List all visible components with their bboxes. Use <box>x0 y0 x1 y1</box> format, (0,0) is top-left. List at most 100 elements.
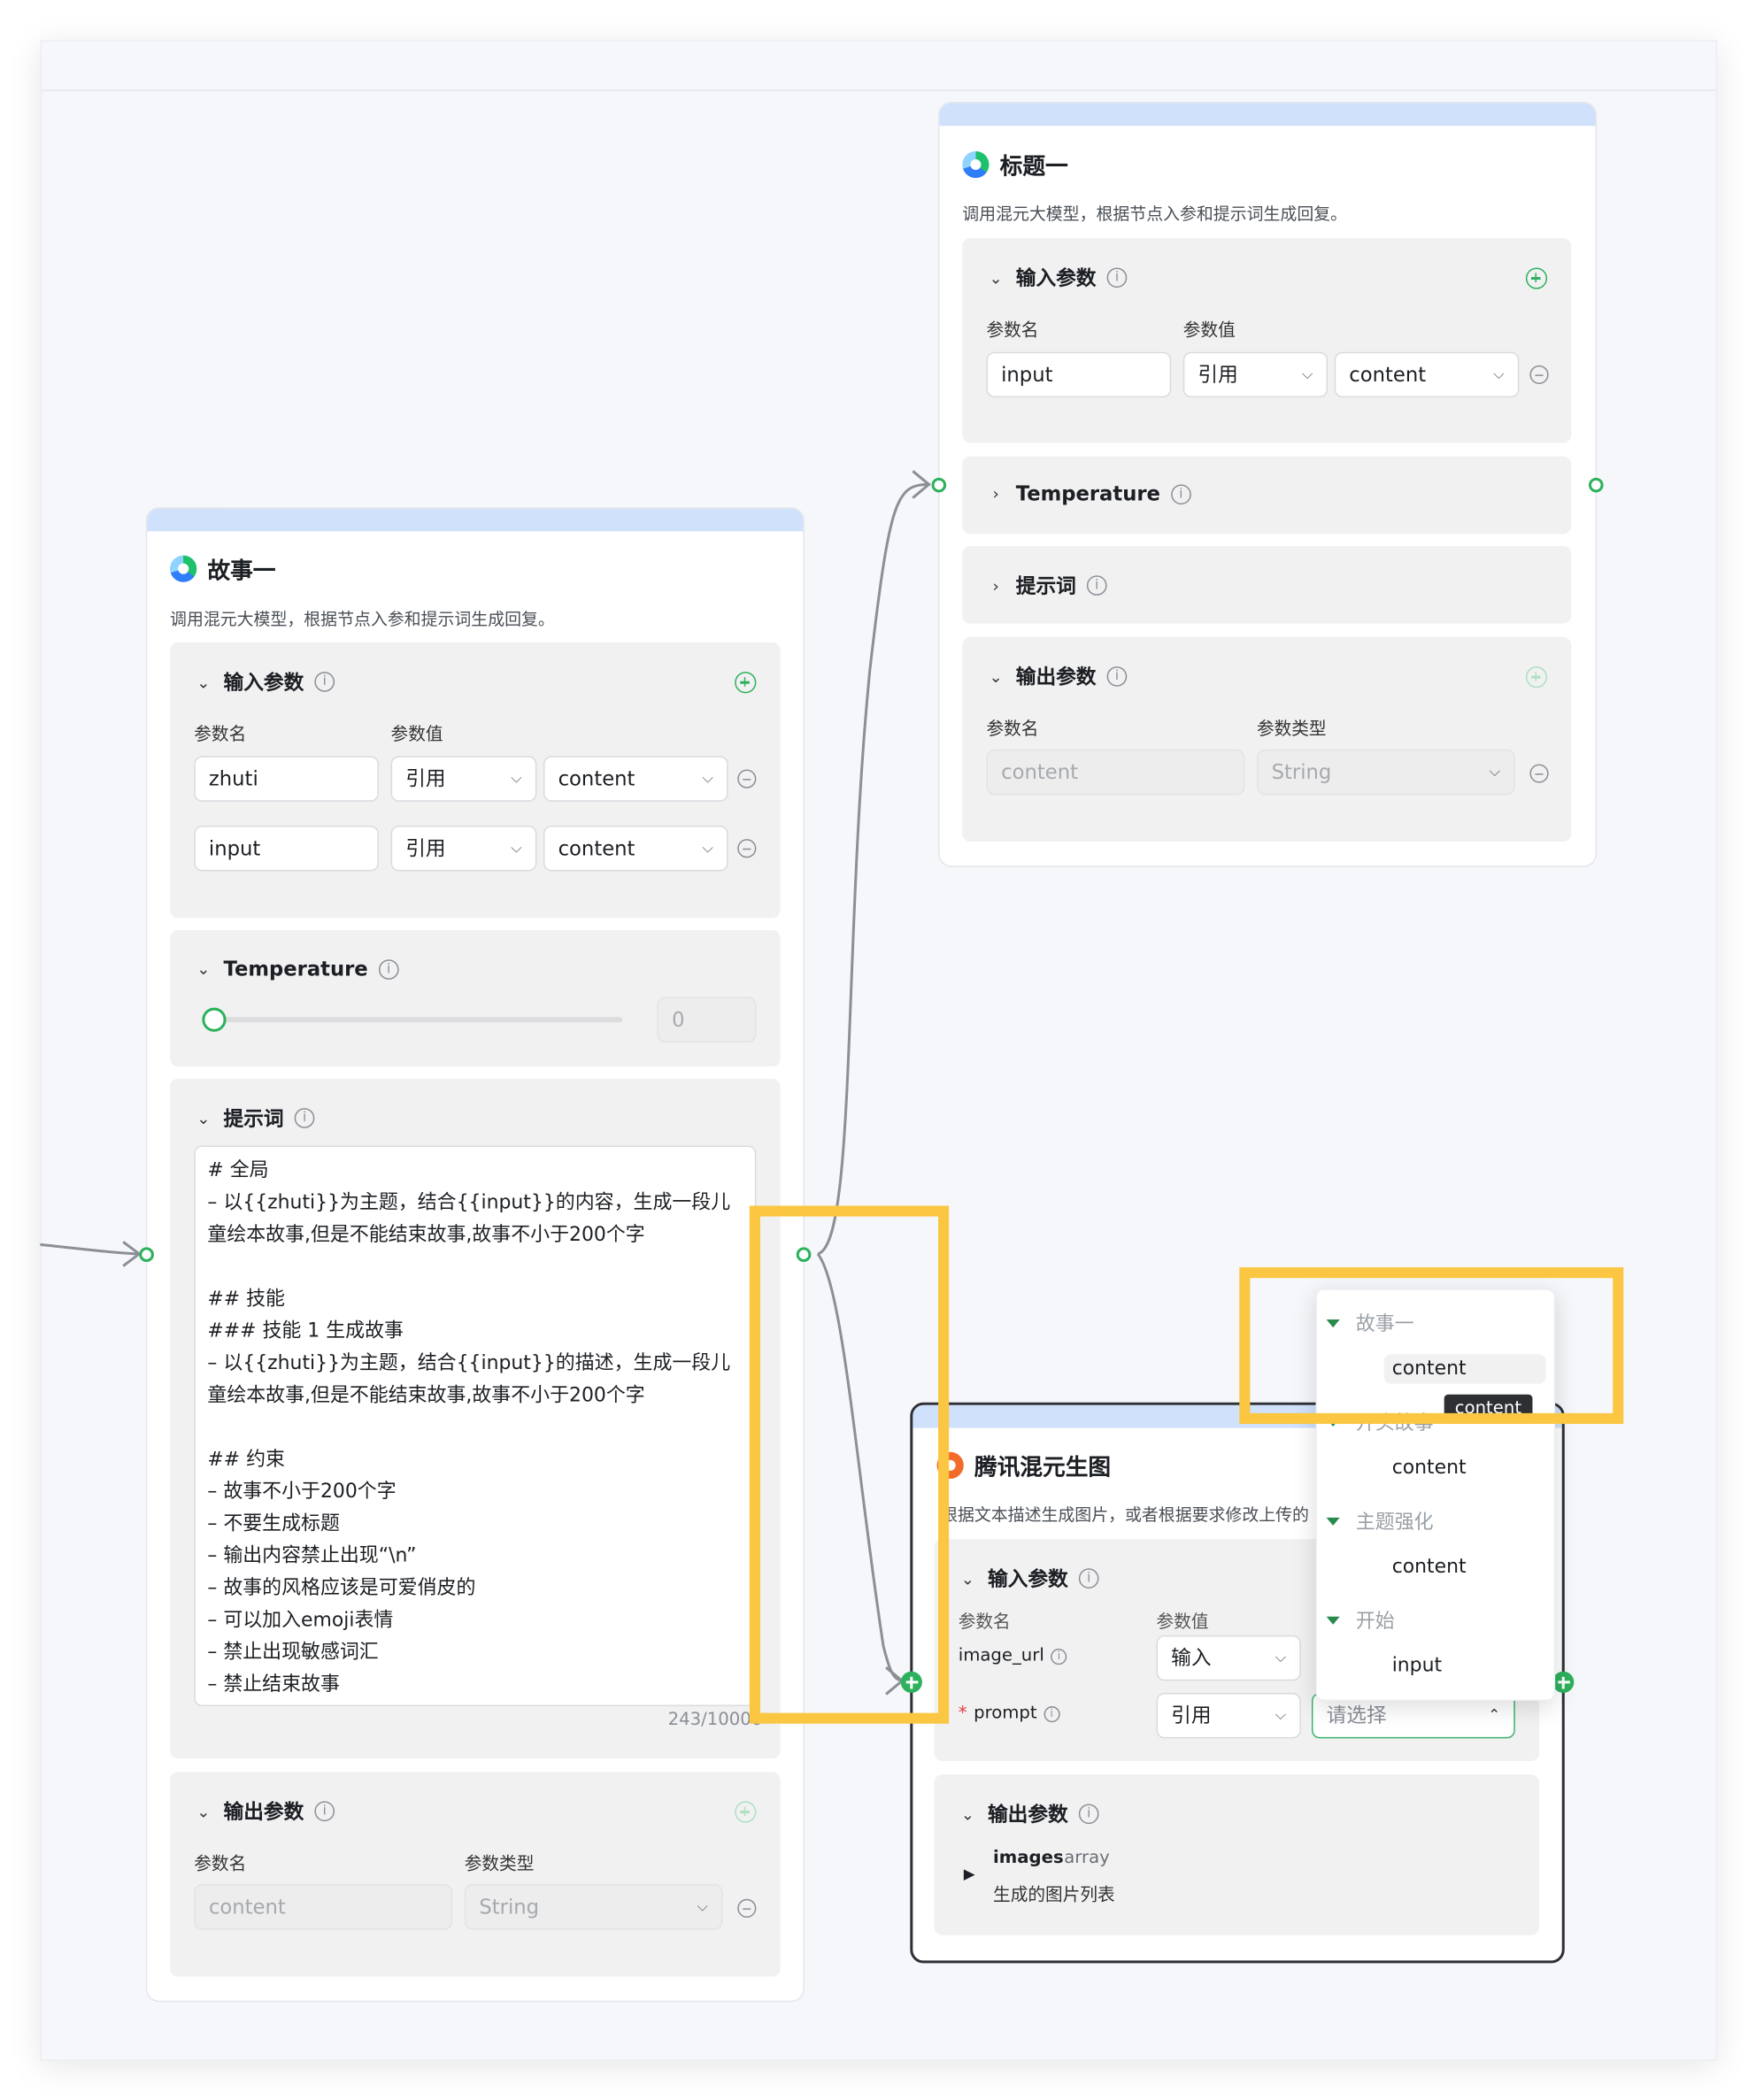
col-name-label: 参数名 <box>194 725 247 746</box>
info-icon[interactable]: i <box>314 672 335 692</box>
remove-output-button[interactable] <box>1529 764 1549 783</box>
edge-story-to-title <box>817 482 930 1256</box>
title-inputs-header[interactable]: ⌄ 输入参数 i <box>986 264 1128 292</box>
dropdown-option[interactable]: content <box>1384 1552 1475 1581</box>
chevron-down-icon[interactable]: ⌄ <box>194 1109 212 1127</box>
col-name-label: 参数名 <box>986 719 1039 741</box>
section-title: 输入参数 <box>223 670 304 695</box>
section-title: 输出参数 <box>1015 665 1097 689</box>
title-prompt-header[interactable]: › 提示词 i <box>986 572 1107 600</box>
chevron-right-icon[interactable]: › <box>986 576 1005 595</box>
remove-output-button[interactable] <box>737 1898 757 1918</box>
chevron-down-icon[interactable]: ⌄ <box>959 1569 977 1588</box>
chevron-down-icon[interactable]: ⌄ <box>986 268 1005 287</box>
chevron-down-icon: ⌵ <box>511 839 522 857</box>
output-name-input[interactable]: content <box>194 1884 453 1930</box>
temperature-slider-handle[interactable] <box>202 1007 227 1032</box>
image-node-description: 根据文本描述生成图片，或者根据要求修改上传的 <box>941 1504 1309 1525</box>
annotation-highlight-edges <box>749 1205 950 1724</box>
hunyuan-logo-icon <box>170 554 197 582</box>
info-icon[interactable]: i <box>314 1801 335 1822</box>
col-value-label: 参数值 <box>390 725 443 746</box>
info-icon[interactable]: i <box>1171 483 1191 504</box>
temperature-value-input[interactable]: 0 <box>657 996 757 1043</box>
title-input-port[interactable] <box>931 477 947 493</box>
remove-param-button[interactable] <box>737 769 757 788</box>
param-mode-select[interactable]: 输入 ⌵ <box>1156 1635 1301 1681</box>
title-outputs-header[interactable]: ⌄ 输出参数 i <box>986 663 1128 691</box>
temperature-slider-track[interactable] <box>212 1017 623 1023</box>
param-image-url: image_url i <box>959 1646 1067 1666</box>
node-header-bar <box>939 103 1596 127</box>
param-value-select[interactable]: content ⌵ <box>1334 351 1520 398</box>
edge-incoming-story <box>40 1242 138 1256</box>
caret-down-icon[interactable] <box>1326 1517 1340 1526</box>
chevron-down-icon: ⌵ <box>511 769 522 788</box>
chevron-down-icon[interactable]: ⌄ <box>959 1804 977 1823</box>
story-input-port[interactable] <box>139 1247 154 1263</box>
param-name-input[interactable]: input <box>194 826 379 872</box>
add-output-button[interactable] <box>735 1801 757 1823</box>
output-type-select[interactable]: String ⌵ <box>1256 749 1515 796</box>
info-icon[interactable]: i <box>294 1108 315 1128</box>
image-inputs-header[interactable]: ⌄ 输入参数 i <box>959 1565 1099 1593</box>
title-node-description: 调用混元大模型，根据节点入参和提示词生成回复。 <box>962 203 1348 224</box>
param-label: image_url <box>958 1646 1044 1666</box>
param-mode-select[interactable]: 引用 ⌵ <box>390 756 537 802</box>
remove-param-button[interactable] <box>1529 365 1549 385</box>
info-icon[interactable]: i <box>1078 1568 1099 1588</box>
title-output-port[interactable] <box>1588 477 1604 493</box>
image-outputs-header[interactable]: ⌄ 输出参数 i <box>959 1800 1099 1828</box>
output-name-input[interactable]: content <box>986 749 1245 796</box>
col-type-label: 参数类型 <box>464 1854 535 1875</box>
required-asterisk: * <box>958 1704 967 1724</box>
dropdown-group[interactable]: 主题强化 <box>1326 1507 1434 1535</box>
output-name: images <box>993 1848 1064 1869</box>
chevron-down-icon[interactable]: ⌄ <box>194 959 212 978</box>
story-prompt-header[interactable]: ⌄ 提示词 i <box>194 1104 315 1133</box>
chevron-down-icon[interactable]: ⌄ <box>986 667 1005 686</box>
expand-output-icon[interactable]: ▶ <box>964 1865 975 1883</box>
info-icon[interactable]: i <box>1086 575 1107 596</box>
col-value-label: 参数值 <box>1182 320 1236 342</box>
chevron-down-icon: ⌵ <box>702 839 714 857</box>
col-name-label: 参数名 <box>194 1854 247 1875</box>
dropdown-group[interactable]: 开始 <box>1326 1606 1395 1635</box>
story-inputs-header[interactable]: ⌄ 输入参数 i <box>194 668 335 696</box>
chevron-down-icon: ⌵ <box>1275 1706 1287 1724</box>
info-icon[interactable]: i <box>1106 666 1128 687</box>
info-icon[interactable]: i <box>1106 267 1128 288</box>
param-name-input[interactable]: input <box>986 351 1172 398</box>
story-outputs-header[interactable]: ⌄ 输出参数 i <box>194 1797 335 1826</box>
output-type-select[interactable]: String ⌵ <box>464 1884 723 1930</box>
param-value-select[interactable]: content ⌵ <box>543 826 728 872</box>
chevron-down-icon: ⌵ <box>1301 365 1313 383</box>
image-output-port[interactable] <box>1552 1671 1575 1693</box>
param-mode-select[interactable]: 引用 ⌵ <box>1156 1692 1301 1739</box>
remove-param-button[interactable] <box>737 839 757 858</box>
param-name-input[interactable]: zhuti <box>194 756 379 802</box>
chevron-down-icon[interactable]: ⌄ <box>194 1802 212 1820</box>
param-mode-select[interactable]: 引用 ⌵ <box>390 826 537 872</box>
chevron-down-icon[interactable]: ⌄ <box>194 673 212 691</box>
dropdown-option[interactable]: input <box>1384 1651 1451 1681</box>
story-temperature-header[interactable]: ⌄ Temperature i <box>194 957 399 981</box>
info-icon[interactable]: i <box>1051 1648 1067 1665</box>
title-temperature-header[interactable]: › Temperature i <box>986 481 1191 506</box>
info-icon[interactable]: i <box>1044 1705 1060 1722</box>
dropdown-option[interactable]: content <box>1384 1453 1475 1482</box>
param-mode-select[interactable]: 引用 ⌵ <box>1182 351 1329 398</box>
caret-down-icon[interactable] <box>1326 1615 1340 1625</box>
select-value: content <box>558 766 635 791</box>
prompt-textarea[interactable]: # 全局 – 以{{zhuti}}为主题，结合{{input}}的内容，生成一段… <box>194 1145 757 1707</box>
add-input-button[interactable] <box>1525 267 1548 289</box>
info-icon[interactable]: i <box>1078 1804 1099 1825</box>
section-title: 输出参数 <box>988 1802 1068 1827</box>
col-value-label: 参数值 <box>1156 1612 1209 1633</box>
chevron-right-icon[interactable]: › <box>986 484 1005 503</box>
story-node-description: 调用混元大模型，根据节点入参和提示词生成回复。 <box>170 609 555 629</box>
add-output-button[interactable] <box>1525 666 1548 688</box>
param-value-select[interactable]: content ⌵ <box>543 756 728 802</box>
add-input-button[interactable] <box>735 672 757 694</box>
info-icon[interactable]: i <box>378 958 399 980</box>
